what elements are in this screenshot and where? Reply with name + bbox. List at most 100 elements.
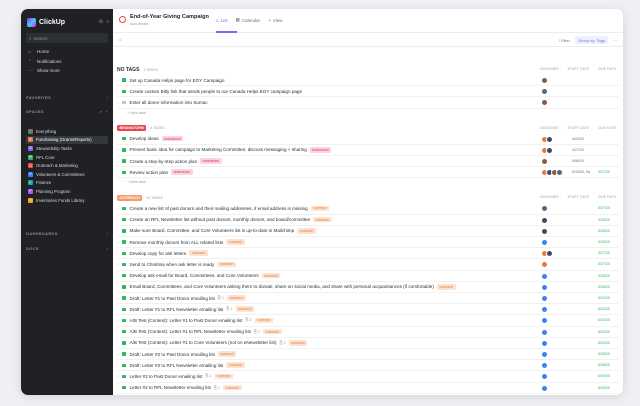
table-row[interactable]: › Letter #2 to RFL Newsletter emailing li… [117,383,619,394]
status-indicator[interactable] [122,296,126,300]
table-row[interactable]: › A/B Test (Content): Letter #1 to Past D… [117,315,619,327]
due-date[interactable]: 6/01/20 [598,296,618,300]
due-date[interactable]: 5/27/20 [598,206,618,210]
docs-section[interactable]: DOCS › [26,244,108,252]
status-indicator[interactable] [122,217,126,222]
tab-view[interactable]: + View [268,17,282,23]
task-tag[interactable]: brainstorm [171,169,193,176]
due-date[interactable]: 5/27/20 [598,262,618,266]
table-row[interactable]: › Create custom Bitly link that sends peo… [117,86,619,98]
assignee-avatars[interactable] [541,169,563,177]
task-title[interactable]: Remove monthly donors from ALL related l… [130,240,224,245]
task-title[interactable]: Create an RFL Newsletter list without pa… [130,217,311,222]
assignee-avatars[interactable] [541,384,548,392]
sidebar-item-home[interactable]: ⌂ Home [26,47,108,57]
subtask-count[interactable]: ⎘ 1 [214,386,220,390]
assignee-avatars[interactable] [541,250,553,258]
status-indicator[interactable] [122,136,126,141]
task-title[interactable]: Develop ideas [130,136,159,141]
task-title[interactable]: Develop copy for ask letters [130,251,187,256]
assignee-avatars[interactable] [541,283,548,291]
sidebar-item-show-more[interactable]: ⋯ Show more [26,66,108,76]
due-date[interactable]: 5/28/20 [598,285,618,289]
assignee-avatars[interactable] [541,373,548,381]
task-title[interactable]: Email Board, Committees, and Core Volunt… [130,284,434,289]
assignee-avatars[interactable] [541,362,548,370]
table-row[interactable]: › Send to Christina when ask letter is re… [117,259,619,271]
assignee-avatars[interactable] [541,339,548,347]
status-indicator[interactable] [122,285,126,289]
task-tag[interactable]: outreach [254,317,274,324]
task-title[interactable]: A/B Test (Content): Letter #1 to Past Do… [130,318,243,323]
assignee-avatars[interactable] [541,135,553,143]
due-date[interactable]: 6/01/20 [598,307,618,311]
task-tag[interactable]: outreach [297,228,316,234]
plus-icon[interactable]: + [105,109,108,114]
collapse-icon[interactable]: « [106,19,109,25]
page-title[interactable]: End-of-Year Giving Campaign [130,14,209,20]
task-title[interactable]: Letter #2 to Past Donor emailing list [130,374,203,379]
assignee-avatars[interactable] [541,261,548,269]
settings-icon[interactable]: ⚙ [99,19,103,25]
space-item[interactable]: P Planning Program [26,187,108,196]
task-title[interactable]: Create a new list of past donors and the… [130,206,308,211]
assignee-avatars[interactable] [541,88,548,96]
status-indicator[interactable] [122,170,126,175]
task-title[interactable]: Create a step-by-step action plan [130,159,198,164]
status-indicator[interactable] [122,352,126,356]
status-indicator[interactable] [122,100,126,105]
status-indicator[interactable] [122,307,126,312]
task-title[interactable]: Set up Canada Helps page for EOY Campaig… [130,78,225,83]
space-item[interactable]: R RFL Core [26,153,108,162]
task-title[interactable]: Send to Christina when ask letter is rea… [130,262,215,267]
table-row[interactable]: › Letter #2 to Past Donor emailing list ⎘ … [117,371,619,383]
space-item[interactable]: O Outreach & Marketing [26,161,108,170]
search-icon[interactable]: ⌕ [119,37,125,43]
table-row[interactable]: › Present basic idea for campaign to Mark… [117,145,619,156]
table-row[interactable]: › A/B Test (Content): Letter #1 to RFL Ne… [117,327,619,338]
table-row[interactable]: › Enter all donor information into Sumac [117,97,619,109]
task-title[interactable]: Enter all donor information into Sumac [130,100,208,105]
task-tag[interactable]: outreach [263,328,282,335]
task-tag[interactable]: brainstorm [309,147,332,153]
space-item[interactable]: I Inventories Funds Library [26,196,108,205]
table-row[interactable]: › A/B Test (Content): Letter #1 to Core V… [117,338,619,349]
task-tag[interactable]: outreach [217,261,236,268]
space-item[interactable]: F Fundraising (Grants/Reports) [26,135,108,145]
status-indicator[interactable] [122,318,126,323]
group-header[interactable]: BRAINSTORM 4 TASKS ASSIGNEE START DATE DUE D… [117,124,617,133]
task-tag[interactable]: brainstorm [161,135,184,142]
task-title[interactable]: Draft: Letter #2 to Past Donor emailing … [130,352,215,357]
status-indicator[interactable] [122,273,126,278]
table-row[interactable]: › Develop copy for ask letters outreach 5/2… [117,248,619,260]
assignee-avatars[interactable] [541,239,548,246]
table-row[interactable]: › Develop ideas brainstorm 4/20/20 [117,134,619,145]
filter-button[interactable]: ⫶ Filter [559,38,570,43]
new-task-button[interactable]: + New task [127,178,146,186]
table-row[interactable]: › Review action plan brainstorm 5/15/20, 9a… [117,167,619,179]
search-icon[interactable]: ⌕ [100,109,103,114]
task-title[interactable]: Draft: Letter #1 to RFL Newsletter email… [130,307,224,312]
table-row[interactable]: › Create a new list of past donors and th… [117,203,619,215]
table-row[interactable]: › Set up Canada Helps page for EOY Campai… [117,75,619,87]
more-button[interactable]: ⋯ [613,38,617,43]
task-title[interactable]: Present basic idea for campaign to Marke… [130,147,307,152]
favorites-section[interactable]: FAVORITES › [26,93,108,101]
due-date[interactable]: 5/27/20 [598,170,618,174]
sidebar-search[interactable]: ⌕ Search [26,33,108,43]
task-tag[interactable]: outreach [235,306,255,313]
status-indicator[interactable] [122,78,126,82]
subtask-count[interactable]: ⎘ 1 [218,296,224,300]
due-date[interactable]: 6/08/20 [598,363,618,367]
status-indicator[interactable] [122,240,126,244]
start-date[interactable]: 5/15/20, 9a [572,170,592,174]
task-title[interactable]: Draft: Letter #1 to Past Donor emailing … [130,296,215,301]
space-item[interactable]: F Finance [26,179,108,188]
status-indicator[interactable] [122,148,126,152]
table-row[interactable]: › Remove monthly donors from ALL related … [117,237,619,249]
spaces-section[interactable]: SPACES ⌕ + [26,107,108,115]
task-tag[interactable]: outreach [310,205,330,212]
tab-calendar[interactable]: ▦ Calendar [236,17,261,23]
assignee-avatars[interactable] [541,295,548,302]
subtask-count[interactable]: ⎘ 1 [205,374,211,378]
